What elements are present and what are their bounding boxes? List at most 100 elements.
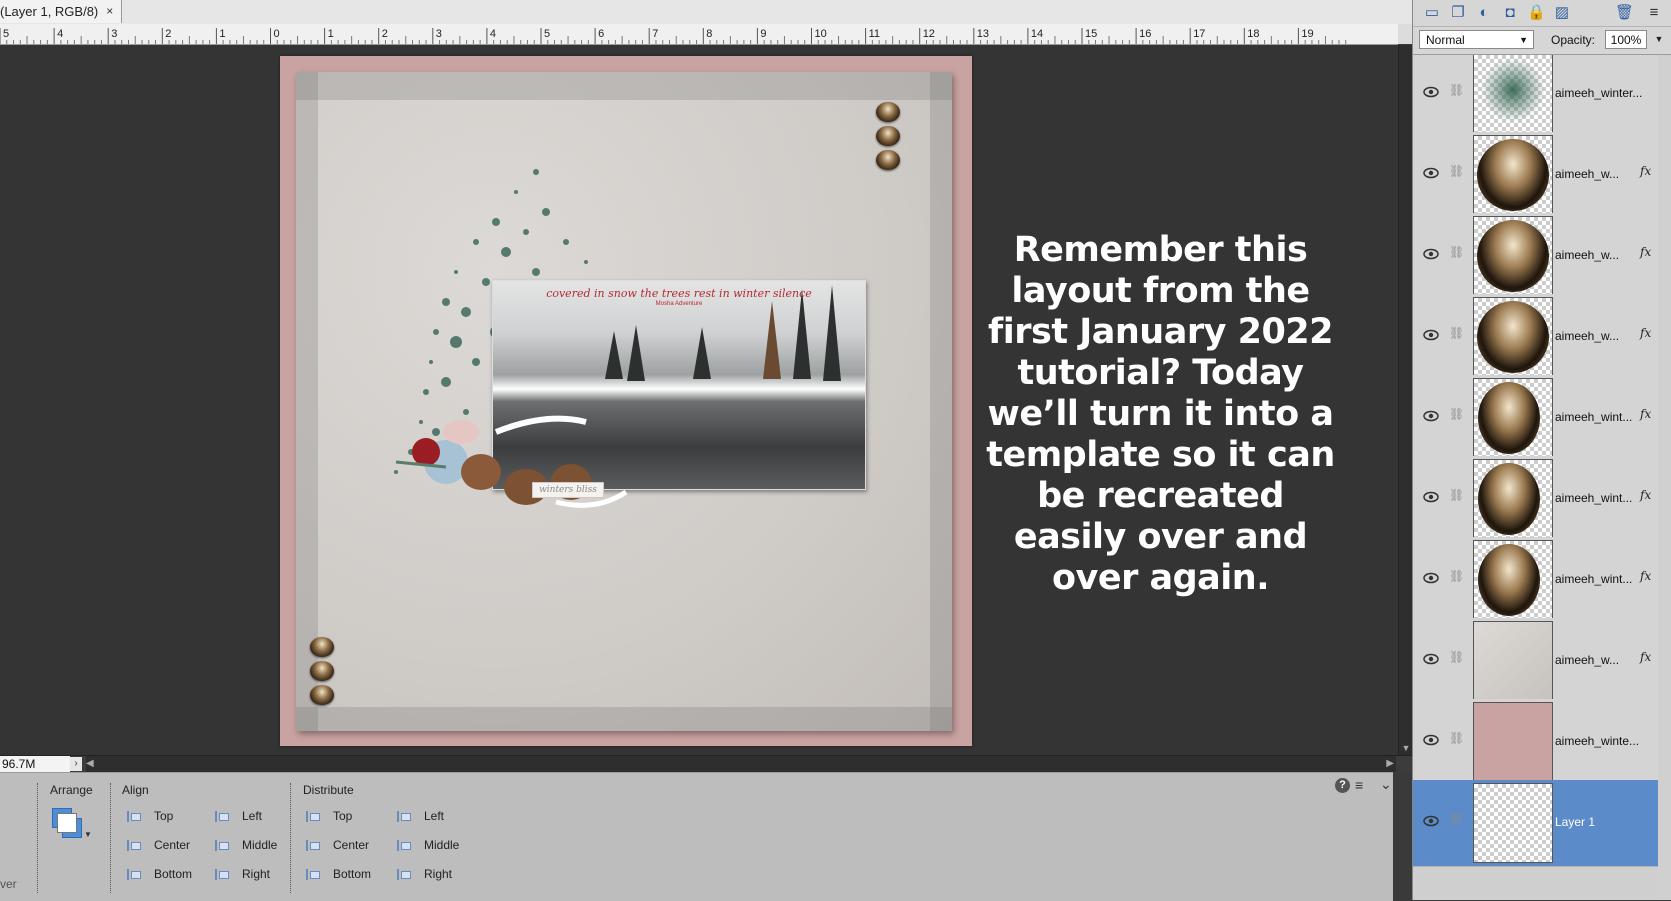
link-icon[interactable]: ⛓	[1449, 731, 1464, 747]
document-tab-title: (Layer 1, RGB/8)	[0, 4, 99, 19]
link-icon[interactable]: ⛓	[1449, 407, 1464, 423]
layer-row[interactable]: ⛓ aimeeh_w... fx	[1413, 213, 1658, 300]
splatter-thumbnail	[1474, 55, 1552, 133]
lock-icon[interactable]: 🔒	[1527, 4, 1546, 22]
lock-transparency-icon[interactable]: ▨	[1553, 4, 1571, 22]
layer-style-fx-icon[interactable]: fx	[1640, 326, 1651, 340]
layer-row[interactable]: ⛓ aimeeh_w... fx	[1413, 294, 1658, 381]
layer-style-fx-icon[interactable]: fx	[1640, 245, 1651, 259]
layer-row[interactable]: ⛓ aimeeh_wint... fx	[1413, 537, 1658, 624]
distribute-right-button[interactable]: Right	[396, 867, 452, 881]
link-icon[interactable]: ⛓	[1449, 569, 1464, 585]
layer-name[interactable]: aimeeh_w...	[1555, 329, 1651, 343]
new-layer-icon[interactable]: ▭	[1423, 4, 1441, 22]
scroll-left-icon[interactable]: ◀	[86, 758, 94, 769]
layer-name[interactable]: aimeeh_w...	[1555, 653, 1651, 667]
layer-name[interactable]: Layer 1	[1555, 815, 1651, 829]
ruler-label: 9	[760, 28, 766, 40]
arrange-dropdown-icon[interactable]: ▼	[52, 808, 92, 842]
layer-name[interactable]: aimeeh_wint...	[1555, 572, 1651, 586]
layer-row[interactable]: ⛓ aimeeh_w... fx	[1413, 132, 1658, 219]
ruler-label: 8	[706, 28, 712, 40]
layer-row[interactable]: ⛓ aimeeh_winte...	[1413, 699, 1658, 786]
link-icon[interactable]: ⛓	[1449, 650, 1464, 666]
scroll-down-icon[interactable]: ▼	[1401, 743, 1411, 753]
layer-style-fx-icon[interactable]: fx	[1640, 164, 1651, 178]
link-icon[interactable]: ⛓	[1449, 326, 1464, 342]
align-top-icon	[126, 809, 141, 823]
link-icon[interactable]: ⛓	[1449, 488, 1464, 504]
visibility-eye-icon[interactable]	[1423, 814, 1439, 827]
layer-row[interactable]: ⛓ Layer 1	[1413, 780, 1658, 867]
visibility-eye-icon[interactable]	[1423, 85, 1439, 98]
layer-name[interactable]: aimeeh_wint...	[1555, 410, 1651, 424]
ruler-label: 5	[3, 28, 9, 40]
layer-style-fx-icon[interactable]: fx	[1640, 569, 1651, 583]
ruler-label: 19	[1301, 28, 1313, 40]
layer-row[interactable]: ⛓ aimeeh_wint... fx	[1413, 375, 1658, 462]
brad-embellishment	[310, 685, 334, 705]
opacity-input[interactable]: 100%	[1605, 30, 1647, 49]
align-bottom-button[interactable]: Bottom	[126, 867, 192, 881]
layer-name[interactable]: aimeeh_winter...	[1555, 86, 1651, 100]
visibility-eye-icon[interactable]	[1423, 490, 1439, 503]
visibility-eye-icon[interactable]	[1423, 328, 1439, 341]
blend-mode-select[interactable]: Normal ▼	[1419, 30, 1534, 49]
distribute-bottom-button[interactable]: Bottom	[305, 867, 371, 881]
layer-style-fx-icon[interactable]: fx	[1640, 488, 1651, 502]
adjustment-layer-icon[interactable]: ◐	[1475, 4, 1493, 22]
opacity-dropdown-icon[interactable]: ▼	[1651, 30, 1667, 49]
zoom-readout[interactable]: 96.7M	[0, 756, 70, 772]
tutorial-caption: Remember this layout from the first Janu…	[986, 230, 1335, 598]
layer-mask-icon[interactable]: ◘	[1501, 4, 1519, 22]
link-icon[interactable]: ⛓	[1449, 83, 1464, 99]
visibility-eye-icon[interactable]	[1423, 571, 1439, 584]
close-tab-icon[interactable]: ×	[106, 0, 113, 23]
align-right-button[interactable]: Right	[214, 867, 270, 881]
horizontal-ruler: 5 4 3 2 1 0 1 2 3 4 5 6 7 8 9 10 11 12 13 14 15 16 17 18 19	[0, 24, 1398, 45]
word-strip: winters bliss	[532, 482, 604, 498]
scrapbook-page[interactable]: covered in snow the trees rest in winter…	[280, 56, 972, 746]
document-tab[interactable]: (Layer 1, RGB/8) ×	[0, 0, 123, 23]
layer-row[interactable]: ⛓ aimeeh_w... fx	[1413, 618, 1658, 705]
panel-menu-icon[interactable]: ≡	[1355, 777, 1363, 793]
layer-style-fx-icon[interactable]: fx	[1640, 407, 1651, 421]
link-icon[interactable]: ⛓	[1449, 164, 1464, 180]
canvas-horizontal-scrollbar[interactable]: ◀ ▶	[86, 756, 1396, 772]
distribute-left-button[interactable]: Left	[396, 809, 444, 823]
align-center-button[interactable]: Center	[126, 838, 190, 852]
align-top-button[interactable]: Top	[126, 809, 173, 823]
distribute-middle-button[interactable]: Middle	[396, 838, 459, 852]
visibility-eye-icon[interactable]	[1423, 409, 1439, 422]
align-middle-button[interactable]: Middle	[214, 838, 277, 852]
panel-menu-icon[interactable]: ≡	[1645, 4, 1663, 22]
brad-embellishment	[310, 661, 334, 681]
link-icon[interactable]: ⛓	[1449, 812, 1464, 828]
layers-scrollbar[interactable]	[1658, 55, 1671, 900]
align-left-button[interactable]: Left	[214, 809, 262, 823]
new-group-icon[interactable]: ❐	[1449, 4, 1467, 22]
visibility-eye-icon[interactable]	[1423, 247, 1439, 260]
distribute-top-button[interactable]: Top	[305, 809, 352, 823]
layer-name[interactable]: aimeeh_w...	[1555, 248, 1651, 262]
visibility-eye-icon[interactable]	[1423, 166, 1439, 179]
ruler-label: 4	[490, 28, 496, 40]
status-menu-arrow-icon[interactable]: ›	[70, 757, 82, 771]
scroll-right-icon[interactable]: ▶	[1386, 758, 1394, 769]
brad-thumbnail	[1478, 463, 1540, 535]
layer-name[interactable]: aimeeh_wint...	[1555, 491, 1651, 505]
collapse-panel-icon[interactable]: ⌄	[1380, 776, 1392, 793]
layer-row[interactable]: ⛓ aimeeh_winter...	[1413, 55, 1658, 138]
layer-name[interactable]: aimeeh_w...	[1555, 167, 1651, 181]
ruler-label: 14	[1031, 28, 1043, 40]
layer-style-fx-icon[interactable]: fx	[1640, 650, 1651, 664]
layer-row[interactable]: ⛓ aimeeh_wint... fx	[1413, 456, 1658, 543]
delete-layer-icon[interactable]: 🗑	[1615, 4, 1634, 22]
visibility-eye-icon[interactable]	[1423, 733, 1439, 746]
distribute-center-button[interactable]: Center	[305, 838, 369, 852]
help-icon[interactable]: ?	[1335, 778, 1350, 793]
canvas-vertical-scrollbar[interactable]: ▼	[1398, 45, 1413, 755]
visibility-eye-icon[interactable]	[1423, 652, 1439, 665]
layer-name[interactable]: aimeeh_winte...	[1555, 734, 1651, 748]
link-icon[interactable]: ⛓	[1449, 245, 1464, 261]
